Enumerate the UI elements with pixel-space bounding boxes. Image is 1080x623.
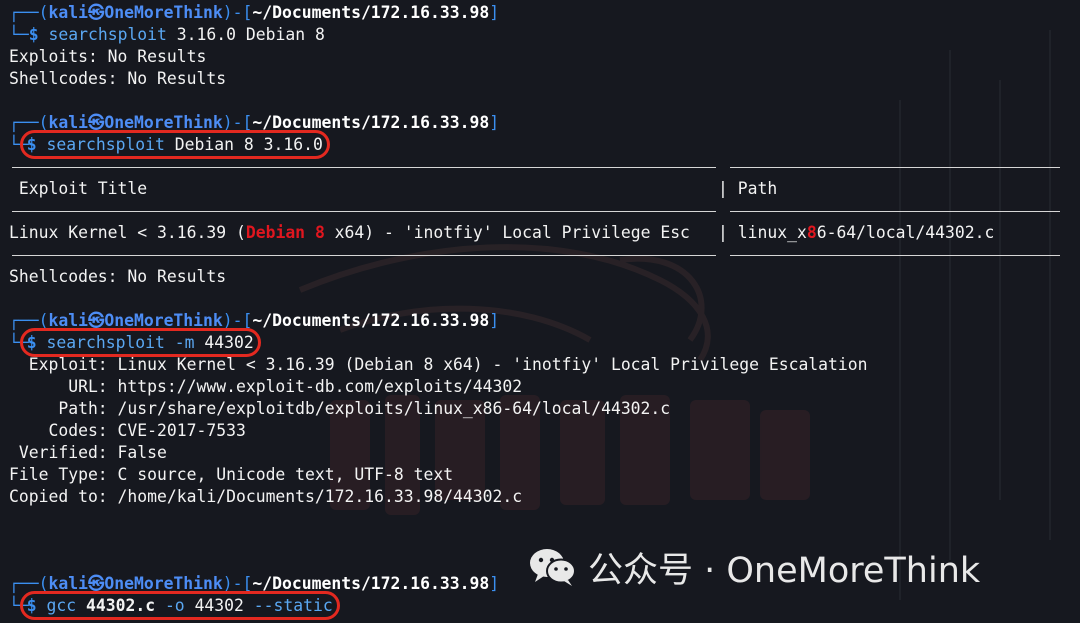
output-line: Exploit: Linux Kernel < 3.16.39 (Debian … [9, 355, 868, 374]
output-line: Exploits: No Results [9, 47, 207, 66]
watermark-text: 公众号 · OneMoreThink [588, 550, 981, 591]
highlighted-command: $ searchsploit Debian 8 3.16.0 [19, 130, 330, 159]
table-row: Linux Kernel < 3.16.39 (Debian 8 x64) - … [9, 223, 690, 242]
command-line: └─$ gcc 44302.c -o 44302 --static [9, 591, 340, 620]
output-line: URL: https://www.exploit-db.com/exploits… [9, 377, 523, 396]
prompt-line: ┌──(kali㉿OneMoreThink)-[~/Documents/172.… [9, 3, 500, 22]
table-divider [12, 255, 716, 256]
highlighted-command: $ searchsploit -m 44302 [19, 328, 261, 357]
output-line: Copied to: /home/kali/Documents/172.16.3… [9, 487, 523, 506]
prompt-line: ┌──(kali㉿OneMoreThink)-[~/Documents/172.… [9, 574, 500, 593]
table-divider [12, 167, 716, 168]
table-header-path: | Path [718, 179, 778, 198]
prompt-line: ┌──(kali㉿OneMoreThink)-[~/Documents/172.… [9, 113, 500, 132]
output-line: Path: /usr/share/exploitdb/exploits/linu… [9, 399, 671, 418]
output-line: File Type: C source, Unicode text, UTF-8… [9, 465, 454, 484]
command-line: └─$ searchsploit -m 44302 [9, 328, 261, 357]
watermark: 公众号 · OneMoreThink [528, 545, 980, 591]
output-line: Verified: False [9, 443, 167, 462]
table-divider [730, 255, 1060, 256]
output-line: Shellcodes: No Results [9, 69, 227, 88]
table-divider [730, 211, 1060, 212]
table-header: Exploit Title [9, 179, 148, 198]
wechat-icon [530, 549, 576, 586]
prompt-line: ┌──(kali㉿OneMoreThink)-[~/Documents/172.… [9, 311, 500, 330]
table-row-path: | linux_x86-64/local/44302.c [718, 223, 995, 242]
highlighted-command: $ gcc 44302.c -o 44302 --static [19, 591, 340, 620]
output-line: Codes: CVE-2017-7533 [9, 421, 246, 440]
command-line: └─$ searchsploit 3.16.0 Debian 8 [9, 25, 325, 44]
command-line: └─$ searchsploit Debian 8 3.16.0 [9, 130, 330, 159]
output-line: Shellcodes: No Results [9, 267, 227, 286]
table-divider [12, 211, 716, 212]
table-divider [730, 167, 1060, 168]
